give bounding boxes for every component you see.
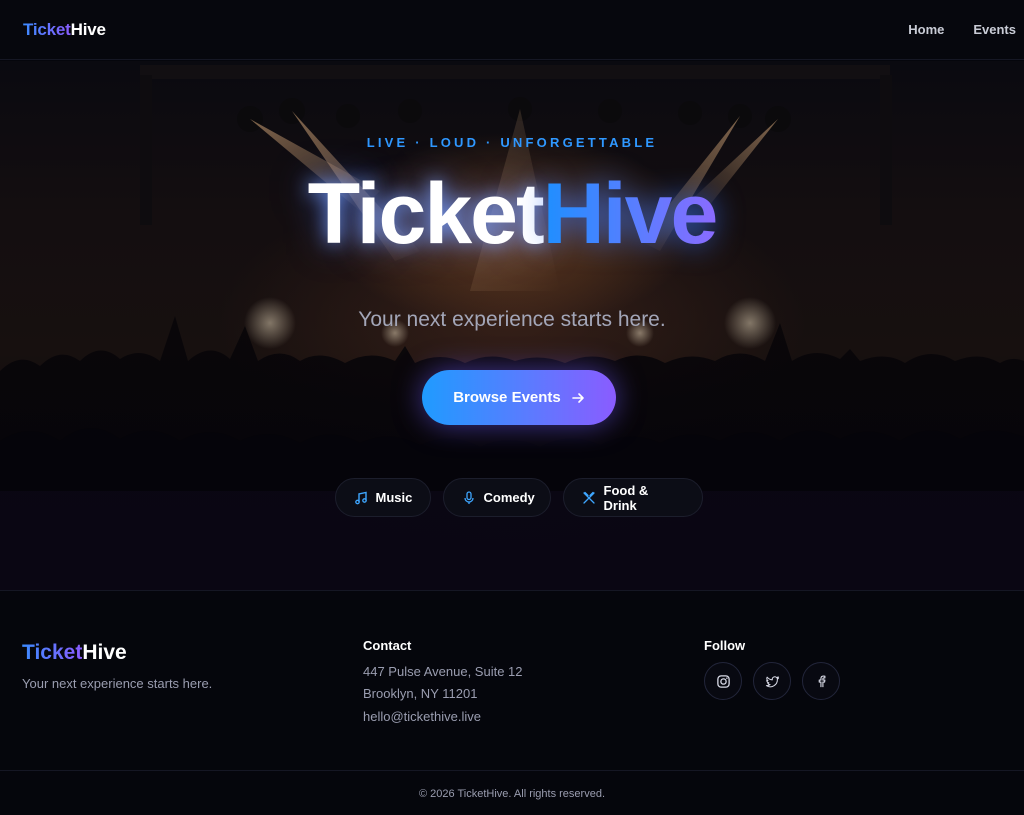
- music-note-icon: [354, 491, 368, 505]
- facebook-icon: [818, 675, 825, 687]
- header-logo[interactable]: TicketHive: [23, 20, 106, 40]
- category-chip-music[interactable]: Music: [334, 478, 431, 517]
- category-chip-food-drink[interactable]: Food & Drink: [562, 478, 703, 517]
- contact-address-line1: 447 Pulse Avenue, Suite 12: [363, 664, 523, 679]
- logo-text-hive: Hive: [70, 20, 106, 39]
- facebook-link[interactable]: [802, 662, 840, 700]
- category-chip-comedy[interactable]: Comedy: [442, 478, 551, 517]
- browse-events-button[interactable]: Browse Events: [422, 370, 616, 425]
- category-label-comedy: Comedy: [483, 490, 535, 505]
- main-nav: Home Events: [908, 22, 1016, 37]
- hero-title: TicketHive: [0, 171, 1024, 257]
- utensils-icon: [582, 491, 596, 505]
- contact-address-line2: Brooklyn, NY 11201: [363, 686, 478, 701]
- arrow-right-icon: [571, 392, 584, 403]
- nav-events-link[interactable]: Events: [973, 22, 1016, 37]
- site-header: TicketHive Home Events: [0, 0, 1024, 60]
- footer-logo-ticket: Ticket: [22, 641, 83, 664]
- footer-follow-title: Follow: [704, 638, 746, 653]
- category-label-music: Music: [375, 490, 413, 505]
- twitter-icon: [765, 675, 779, 687]
- footer-divider: [0, 770, 1024, 771]
- hero-title-hive: Hive: [542, 166, 719, 262]
- twitter-link[interactable]: [753, 662, 791, 700]
- browse-events-label: Browse Events: [453, 389, 561, 406]
- footer-contact-title: Contact: [363, 638, 412, 653]
- site-footer: TicketHive Your next experience starts h…: [0, 590, 1024, 815]
- hero-tagline: LIVE · LOUD · UNFORGETTABLE: [366, 135, 658, 150]
- footer-logo-hive: Hive: [82, 641, 127, 664]
- logo-text-ticket: Ticket: [23, 20, 71, 39]
- category-chips: Music Comedy Food & Drink: [0, 478, 1024, 517]
- microphone-icon: [462, 490, 476, 505]
- category-label-food-drink: Food & Drink: [603, 482, 649, 513]
- hero-title-ticket: Ticket: [307, 166, 545, 262]
- copyright-text: © 2026 TicketHive. All rights reserved.: [418, 788, 606, 800]
- nav-home-link[interactable]: Home: [908, 22, 944, 37]
- hero-subtitle: Your next experience starts here.: [358, 308, 666, 331]
- contact-email-link[interactable]: hello@tickethive.live: [363, 709, 481, 724]
- footer-logo[interactable]: TicketHive: [22, 641, 127, 665]
- hero-section: LIVE · LOUD · UNFORGETTABLE TicketHive Y…: [0, 61, 1024, 590]
- footer-tagline: Your next experience starts here.: [22, 676, 213, 691]
- instagram-icon: [716, 674, 730, 688]
- social-links: [704, 662, 840, 700]
- instagram-link[interactable]: [704, 662, 742, 700]
